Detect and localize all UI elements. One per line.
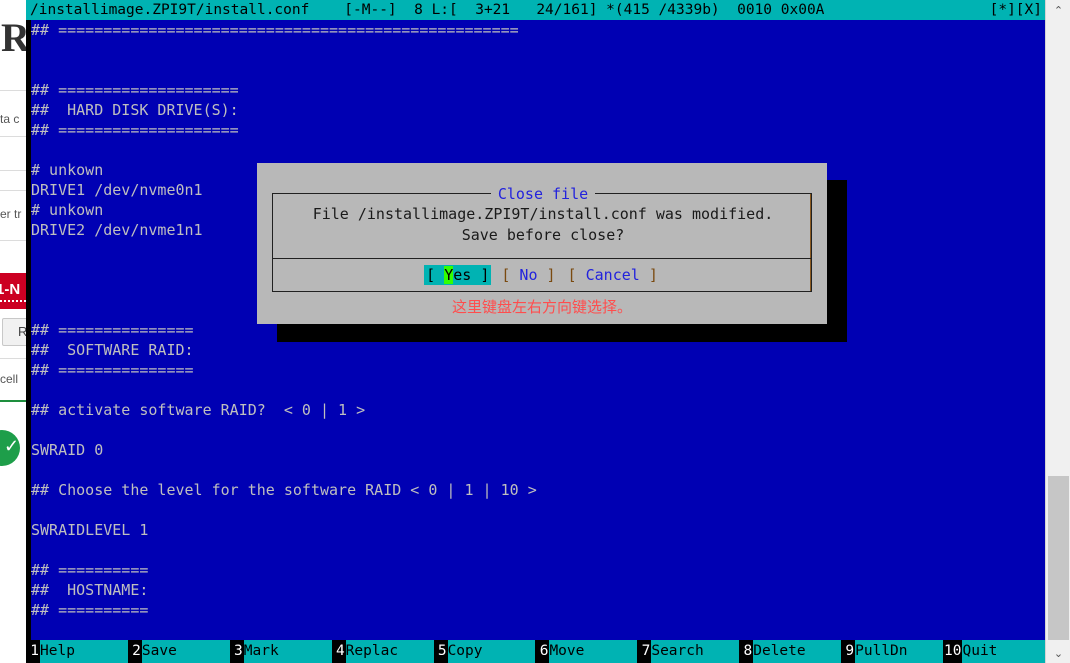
dialog-button-label: ancel [594, 266, 640, 284]
editor-line: SWRAIDLEVEL 1 [31, 521, 149, 539]
function-key-number: 10 [943, 640, 963, 663]
function-key-label: Save [141, 640, 230, 663]
promo-banner-label: 1-N [0, 281, 21, 298]
function-key-label: Replac [345, 640, 434, 663]
editor-line: SWRAID 0 [31, 441, 104, 459]
editor-line: ## activate software RAID? < 0 | 1 > [31, 401, 366, 419]
dialog-button-row: [ Yes ][ No ][ Cancel ] [272, 259, 812, 292]
scrollbar-thumb[interactable] [1048, 476, 1069, 640]
function-key-label: Quit [962, 640, 1045, 663]
table-divider [0, 240, 26, 241]
function-key-move[interactable]: 6 Move [535, 640, 638, 663]
bracket-open: [ [501, 266, 520, 284]
table-cell-text: er tr [0, 207, 22, 221]
editor-line: ## SOFTWARE RAID: [31, 341, 194, 359]
scroll-down-arrow-icon[interactable]: ⌄ [1046, 643, 1070, 663]
table-divider [0, 136, 26, 137]
function-key-label: Delete [753, 640, 842, 663]
table-divider [0, 358, 26, 359]
bracket-open: [ [426, 266, 445, 284]
dialog-annotation: 这里键盘左右方向键选择。 [451, 298, 632, 316]
dotted-divider [0, 300, 26, 302]
editor-line: ## ==================== [31, 81, 239, 99]
function-key-number: 3 [229, 640, 244, 663]
dialog-button-accel: Y [444, 266, 454, 284]
bracket-close: ] [639, 266, 658, 284]
check-circle-icon [0, 430, 20, 466]
function-key-replac[interactable]: 4 Replac [331, 640, 434, 663]
close-file-dialog: Close file File /installimage.ZPI9T/inst… [257, 163, 827, 324]
function-key-number: 5 [433, 640, 448, 663]
status-bar-right: [*][X] [989, 2, 1042, 18]
editor-status-bar: /installimage.ZPI9T/install.conf [-M--] … [26, 0, 1045, 20]
dialog-button-accel: C [585, 266, 595, 284]
function-key-number: 9 [841, 640, 856, 663]
function-key-search[interactable]: 7 Search [637, 640, 740, 663]
function-key-pulldn[interactable]: 9 PullDn [841, 640, 944, 663]
status-bar-left: /installimage.ZPI9T/install.conf [-M--] … [30, 2, 825, 18]
editor-line: ## Choose the level for the software RAI… [31, 481, 537, 499]
function-key-number: 7 [637, 640, 652, 663]
dialog-title-bar: Close file [273, 184, 813, 203]
function-key-number: 6 [535, 640, 550, 663]
function-key-label: Mark [243, 640, 332, 663]
bracket-close: ] [471, 266, 490, 284]
function-key-number: 1 [26, 640, 40, 663]
function-key-copy[interactable]: 5 Copy [433, 640, 536, 663]
function-key-number: 2 [127, 640, 142, 663]
editor-line: ## ========== [31, 561, 149, 579]
function-key-label: Search [651, 640, 740, 663]
function-key-quit[interactable]: 10 Quit [943, 640, 1045, 663]
function-key-mark[interactable]: 3 Mark [229, 640, 332, 663]
page-button-label: R [18, 324, 26, 339]
function-key-help[interactable]: 1 Help [26, 640, 128, 663]
background-webpage[interactable]: R ta c er tr 1-N R cell [0, 0, 26, 663]
dialog-button-yes[interactable]: [ Yes ] [424, 265, 492, 285]
table-divider [0, 190, 26, 191]
function-key-number: 4 [331, 640, 346, 663]
dialog-message-panel: Close file File /installimage.ZPI9T/inst… [272, 185, 812, 259]
editor-line: ## =====================================… [31, 21, 519, 39]
function-key-number: 8 [739, 640, 754, 663]
dialog-message-line-2: Save before close? [461, 226, 625, 244]
table-divider [0, 170, 26, 171]
dialog-title: Close file [490, 185, 596, 203]
dialog-message-line-1: File /installimage.ZPI9T/install.conf wa… [312, 205, 774, 223]
function-key-save[interactable]: 2 Save [127, 640, 230, 663]
dialog-button-cancel[interactable]: [ Cancel ] [562, 266, 664, 284]
table-divider [0, 90, 26, 91]
bracket-close: ] [537, 266, 556, 284]
screen: R ta c er tr 1-N R cell /installimage.ZP… [0, 0, 1070, 663]
dialog-button-no[interactable]: [ No ] [495, 266, 561, 284]
editor-line: ## ==================== [31, 121, 239, 139]
dialog-button-label: es [453, 266, 472, 284]
section-accent-line [0, 400, 26, 402]
function-key-label: Copy [447, 640, 536, 663]
editor-line: ## ========== [31, 601, 149, 619]
function-key-delete[interactable]: 8 Delete [739, 640, 842, 663]
function-key-label: Help [40, 640, 128, 663]
site-logo: R [1, 15, 26, 60]
editor-line: ## HARD DISK DRIVE(S): [31, 101, 239, 119]
bracket-open: [ [567, 266, 586, 284]
function-key-label: PullDn [855, 640, 944, 663]
editor-line: ## HOSTNAME: [31, 581, 149, 599]
table-cell-text: ta c [0, 112, 20, 126]
page-scrollbar[interactable]: ⌃ ⌄ [1045, 0, 1070, 663]
function-key-label: Move [549, 640, 638, 663]
function-key-bar: 1 Help 2 Save 3 Mark 4 Replac 5 Copy 6 Move 7 Search 8… [26, 640, 1045, 663]
editor-line: ## =============== [31, 361, 194, 379]
table-cell-text: cell [0, 372, 19, 386]
scroll-up-arrow-icon[interactable]: ⌃ [1046, 0, 1070, 20]
